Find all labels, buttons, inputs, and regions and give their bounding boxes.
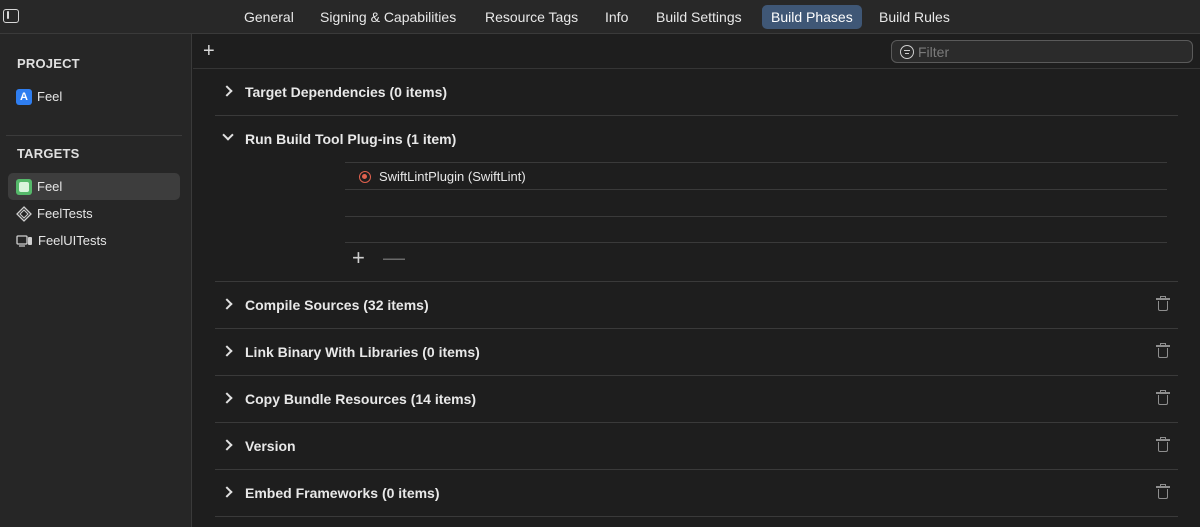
- phase-title: Version: [245, 438, 296, 454]
- trash-icon[interactable]: [1156, 437, 1170, 452]
- phase-row-embed-frameworks[interactable]: Embed Frameworks (0 items): [215, 470, 1178, 517]
- project-section-header: PROJECT: [17, 56, 80, 71]
- sidebar-item-label: Feel: [37, 89, 63, 104]
- sidebar-item-target-feeltests[interactable]: FeelTests: [8, 200, 180, 227]
- phase-row-copy-bundle-resources[interactable]: Copy Bundle Resources (14 items): [215, 376, 1178, 423]
- phase-title: Embed Frameworks (0 items): [245, 485, 440, 501]
- phase-row-target-dependencies[interactable]: Target Dependencies (0 items): [215, 69, 1178, 116]
- trash-icon[interactable]: [1156, 343, 1170, 358]
- tab-general[interactable]: General: [235, 5, 303, 29]
- editor-tab-bar: General Signing & Capabilities Resource …: [0, 0, 1200, 34]
- project-navigator-sidebar: PROJECT Feel TARGETS Feel FeelTests Feel…: [0, 34, 192, 527]
- phase-row-version[interactable]: Version: [215, 423, 1178, 470]
- add-plugin-button[interactable]: +: [352, 247, 365, 269]
- filter-input[interactable]: [918, 43, 1178, 60]
- chevron-right-icon[interactable]: [221, 392, 233, 404]
- tab-build-phases[interactable]: Build Phases: [762, 5, 862, 29]
- remove-plugin-button[interactable]: —: [383, 247, 405, 269]
- tab-build-rules[interactable]: Build Rules: [870, 5, 959, 29]
- ui-test-bundle-icon: [16, 234, 32, 247]
- app-icon: [16, 88, 32, 105]
- chevron-right-icon[interactable]: [221, 486, 233, 498]
- targets-section-header: TARGETS: [17, 146, 80, 161]
- list-item-empty: [345, 216, 1167, 243]
- tab-info[interactable]: Info: [596, 5, 637, 29]
- sidebar-item-label: FeelTests: [37, 206, 93, 221]
- tab-build-settings[interactable]: Build Settings: [647, 5, 751, 29]
- filter-field[interactable]: [891, 40, 1193, 63]
- sidebar-item-label: FeelUITests: [38, 233, 107, 248]
- trash-icon[interactable]: [1156, 390, 1170, 405]
- chevron-right-icon[interactable]: [221, 298, 233, 310]
- build-phases-editor: + Target Dependencies (0 items) Run Buil…: [193, 34, 1200, 527]
- test-bundle-icon: [16, 205, 32, 222]
- sidebar-item-label: Feel: [37, 179, 63, 194]
- chevron-right-icon[interactable]: [221, 345, 233, 357]
- list-item-empty: [345, 189, 1167, 216]
- list-item[interactable]: SwiftLintPlugin (SwiftLint): [345, 162, 1167, 189]
- plugin-label: SwiftLintPlugin (SwiftLint): [379, 169, 526, 184]
- add-build-phase-button[interactable]: +: [203, 40, 215, 62]
- phase-title: Compile Sources (32 items): [245, 297, 429, 313]
- app-target-icon: [16, 178, 32, 195]
- sidebar-divider: [6, 135, 182, 136]
- sidebar-item-target-feeluitests[interactable]: FeelUITests: [8, 227, 180, 254]
- phase-row-link-binary[interactable]: Link Binary With Libraries (0 items): [215, 329, 1178, 376]
- trash-icon[interactable]: [1156, 484, 1170, 499]
- tab-list: General Signing & Capabilities Resource …: [0, 0, 1200, 34]
- plugins-panel: SwiftLintPlugin (SwiftLint) + —: [215, 116, 1178, 282]
- tab-signing-capabilities[interactable]: Signing & Capabilities: [311, 5, 465, 29]
- chevron-right-icon[interactable]: [221, 439, 233, 451]
- sidebar-item-target-feel[interactable]: Feel: [8, 173, 180, 200]
- phase-title: Copy Bundle Resources (14 items): [245, 391, 477, 407]
- phase-title: Target Dependencies (0 items): [245, 84, 448, 100]
- xcode-window: General Signing & Capabilities Resource …: [0, 0, 1200, 527]
- trash-icon[interactable]: [1156, 296, 1170, 311]
- build-phases-toolbar: +: [193, 34, 1200, 69]
- plugin-target-icon: [359, 171, 371, 183]
- tab-resource-tags[interactable]: Resource Tags: [476, 5, 587, 29]
- chevron-right-icon[interactable]: [221, 85, 233, 97]
- phase-title: Link Binary With Libraries (0 items): [245, 344, 480, 360]
- sidebar-item-project-feel[interactable]: Feel: [8, 83, 180, 110]
- phase-row-compile-sources[interactable]: Compile Sources (32 items): [215, 282, 1178, 329]
- filter-icon: [900, 44, 914, 59]
